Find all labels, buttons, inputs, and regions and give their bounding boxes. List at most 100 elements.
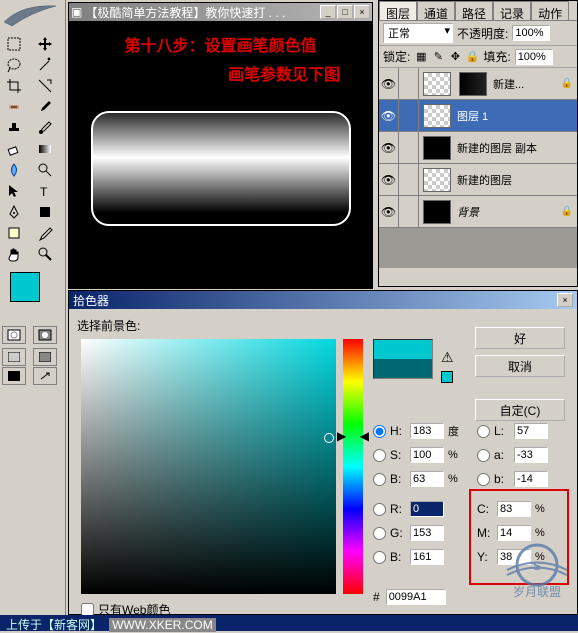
path-select-tool[interactable] <box>2 181 26 201</box>
input-c[interactable]: 83 <box>497 501 531 517</box>
crop-tool[interactable] <box>2 76 26 96</box>
tab-channels[interactable]: 通道 <box>417 1 455 20</box>
input-g[interactable]: 153 <box>410 525 444 541</box>
screen-full-menu[interactable] <box>33 348 57 366</box>
maximize-button[interactable]: □ <box>337 5 353 19</box>
radio-a[interactable] <box>477 449 490 462</box>
visibility-icon[interactable]: 👁 <box>379 100 399 132</box>
sv-cursor <box>324 433 334 443</box>
input-m[interactable]: 14 <box>497 525 531 541</box>
tab-actions[interactable]: 动作 <box>531 1 569 20</box>
jump-button[interactable] <box>33 367 57 385</box>
input-y[interactable]: 38 <box>497 549 531 565</box>
lock-all-icon[interactable]: 🔒 <box>465 50 479 64</box>
opacity-input[interactable]: 100% <box>512 25 550 41</box>
layer-item[interactable]: 👁 新建的图层 副本 <box>379 132 577 164</box>
slice-tool[interactable] <box>33 76 57 96</box>
visibility-icon[interactable]: 👁 <box>379 132 399 164</box>
radio-r[interactable] <box>373 503 386 516</box>
cancel-button[interactable]: 取消 <box>475 355 565 377</box>
link-cell[interactable] <box>399 68 419 100</box>
quickmask-off[interactable] <box>2 326 26 344</box>
link-cell[interactable] <box>399 100 419 132</box>
heal-tool[interactable] <box>2 97 26 117</box>
layer-item[interactable]: 👁 背景 🔒 <box>379 196 577 228</box>
layer-item[interactable]: 👁 新建的图层 <box>379 164 577 196</box>
lasso-tool[interactable] <box>2 55 26 75</box>
shape-tool[interactable] <box>33 202 57 222</box>
tab-layers[interactable]: 图层 <box>379 1 417 20</box>
input-h[interactable]: 183 <box>410 423 444 439</box>
zoom-tool[interactable] <box>33 244 57 264</box>
blend-mode-select[interactable]: 正常 <box>383 23 453 43</box>
visibility-icon[interactable]: 👁 <box>379 196 399 228</box>
quickmask-on[interactable] <box>33 326 57 344</box>
fill-input[interactable]: 100% <box>515 49 553 65</box>
radio-g[interactable] <box>373 527 386 540</box>
document-canvas[interactable]: 第十八步：设置画笔颜色值 画笔参数见下图 <box>69 21 372 288</box>
screen-full[interactable] <box>2 367 26 385</box>
screen-standard[interactable] <box>2 348 26 366</box>
layer-item[interactable]: 👁 新建... 🔒 <box>379 68 577 100</box>
tab-paths[interactable]: 路径 <box>455 1 493 20</box>
picker-close-button[interactable]: × <box>557 293 573 307</box>
color-picker-dialog: 拾色器 × 选择前景色: ▶◀ ⚠ 好 取消 自定(C) H:183度 S:10… <box>68 290 578 615</box>
wand-tool[interactable] <box>33 55 57 75</box>
stamp-tool[interactable] <box>2 118 26 138</box>
close-button[interactable]: × <box>354 5 370 19</box>
lock-transparent-icon[interactable]: ▦ <box>414 50 428 64</box>
move-tool[interactable] <box>33 34 57 54</box>
radio-h[interactable] <box>373 425 386 438</box>
visibility-icon[interactable]: 👁 <box>379 164 399 196</box>
radio-b2[interactable] <box>477 473 490 486</box>
notes-tool[interactable] <box>2 223 26 243</box>
color-swatches[interactable] <box>8 270 58 320</box>
input-a[interactable]: -33 <box>514 447 548 463</box>
ok-button[interactable]: 好 <box>475 327 565 349</box>
visibility-icon[interactable]: 👁 <box>379 68 399 100</box>
input-l[interactable]: 57 <box>514 423 548 439</box>
type-tool[interactable]: T <box>33 181 57 201</box>
brush-tool[interactable] <box>33 97 57 117</box>
input-b2[interactable]: -14 <box>514 471 548 487</box>
minimize-button[interactable]: _ <box>320 5 336 19</box>
hue-slider[interactable] <box>343 339 363 594</box>
nearest-swatch[interactable] <box>441 371 453 383</box>
blur-tool[interactable] <box>2 160 26 180</box>
history-brush-tool[interactable] <box>33 118 57 138</box>
layer-item[interactable]: 👁 图层 1 <box>379 100 577 132</box>
tab-history[interactable]: 记录 <box>493 1 531 20</box>
dodge-tool[interactable] <box>33 160 57 180</box>
hex-label: # <box>373 590 380 604</box>
radio-b[interactable] <box>373 473 386 486</box>
custom-button[interactable]: 自定(C) <box>475 399 565 421</box>
eyedropper-tool[interactable] <box>33 223 57 243</box>
input-b[interactable]: 63 <box>410 471 444 487</box>
picker-titlebar[interactable]: 拾色器 × <box>69 291 577 309</box>
foreground-swatch[interactable] <box>10 272 40 302</box>
hex-input[interactable]: 0099A1 <box>386 589 446 605</box>
radio-l[interactable] <box>477 425 490 438</box>
link-cell[interactable] <box>399 196 419 228</box>
layer-thumb <box>423 104 451 128</box>
lock-paint-icon[interactable]: ✎ <box>431 50 445 64</box>
pen-tool[interactable] <box>2 202 26 222</box>
radio-bb[interactable] <box>373 551 386 564</box>
link-cell[interactable] <box>399 132 419 164</box>
footer-bar: 上传于【新客网】 WWW.XKER.COM <box>0 615 578 631</box>
input-s[interactable]: 100 <box>410 447 444 463</box>
gamut-warning-icon[interactable]: ⚠ <box>441 349 454 366</box>
hand-tool[interactable] <box>2 244 26 264</box>
lock-move-icon[interactable]: ✥ <box>448 50 462 64</box>
eraser-tool[interactable] <box>2 139 26 159</box>
link-cell[interactable] <box>399 164 419 196</box>
input-r[interactable]: 0 <box>410 501 444 517</box>
radio-s[interactable] <box>373 449 386 462</box>
gradient-tool[interactable] <box>33 139 57 159</box>
saturation-value-field[interactable] <box>81 339 336 594</box>
old-color[interactable] <box>374 359 432 378</box>
marquee-tool[interactable] <box>2 34 26 54</box>
input-bb[interactable]: 161 <box>410 549 444 565</box>
doc-titlebar[interactable]: ▣ 【极酷简单方法教程】教你快速打 . . . _ □ × <box>69 3 372 21</box>
footer-link[interactable]: WWW.XKER.COM <box>109 618 216 632</box>
